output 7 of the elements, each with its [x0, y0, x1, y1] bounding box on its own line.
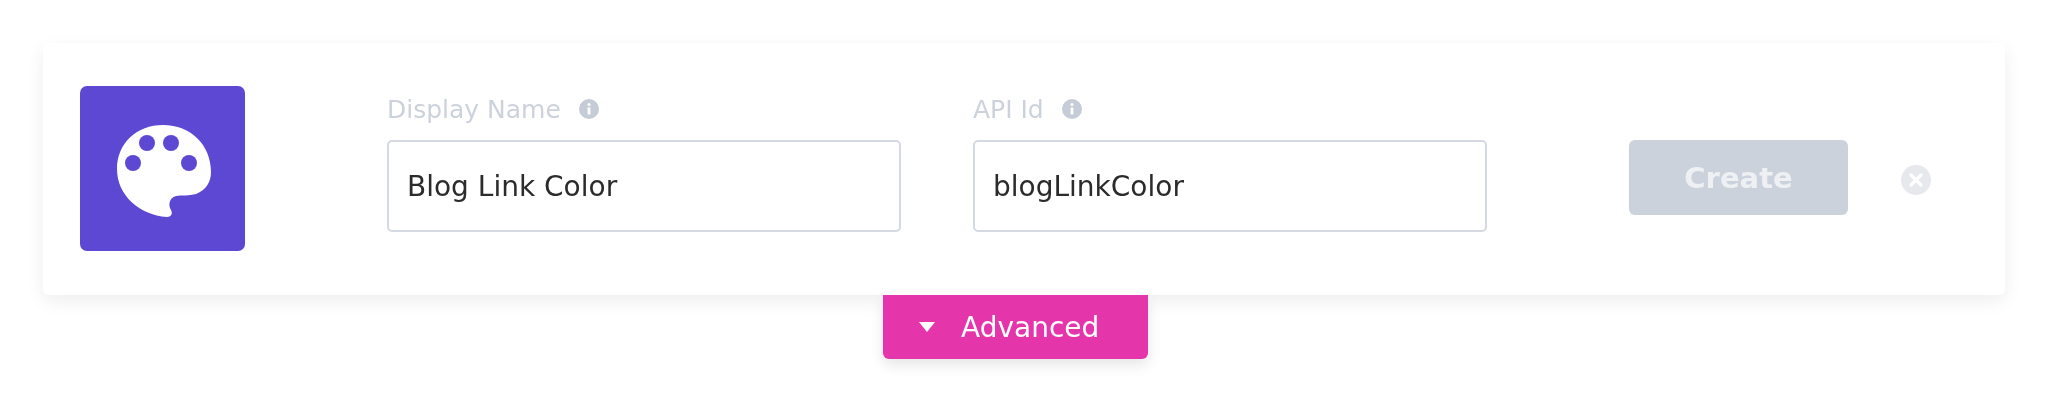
advanced-button[interactable]: Advanced: [883, 295, 1148, 359]
info-icon[interactable]: [1061, 99, 1082, 119]
caret-icon: [919, 322, 935, 332]
text-field[interactable]: blogLinkColor: [973, 140, 1487, 232]
info-icon[interactable]: [578, 99, 599, 119]
text-field[interactable]: Blog Link Color: [387, 140, 901, 232]
close-icon[interactable]: [1901, 165, 1931, 195]
